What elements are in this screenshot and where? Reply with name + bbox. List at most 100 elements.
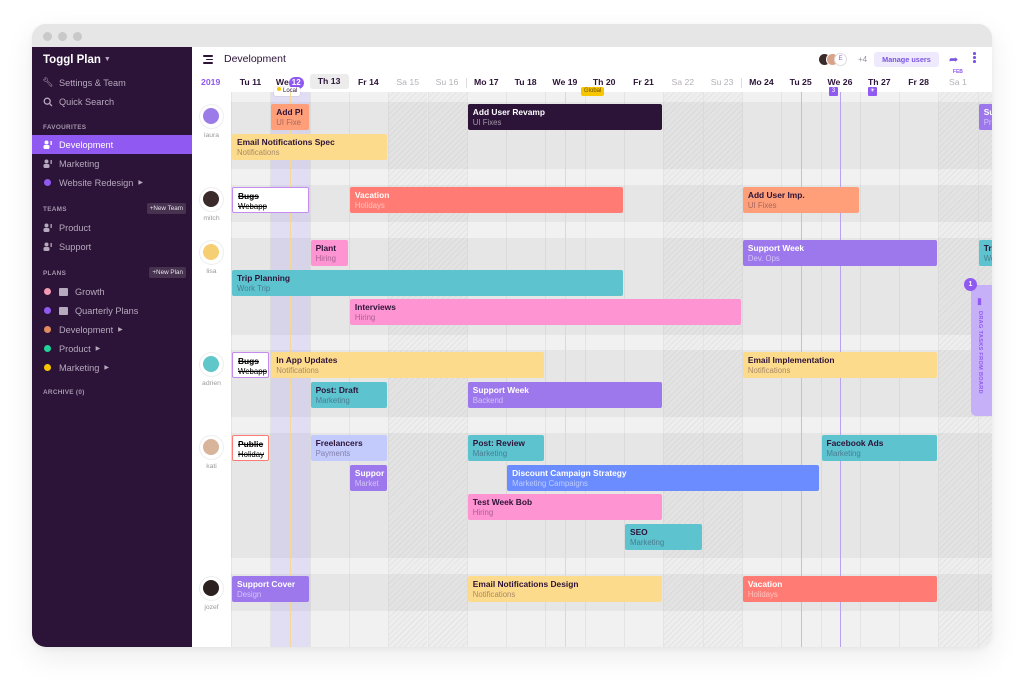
task-title: Public: [238, 439, 264, 449]
workspace-switcher[interactable]: Toggl Plan ▼: [43, 54, 111, 66]
sidebar-item-development[interactable]: Development: [32, 135, 192, 154]
person-laura[interactable]: laura: [192, 104, 231, 139]
task-title: Post: Review: [472, 438, 525, 448]
new-team-button[interactable]: +New Team: [146, 203, 186, 214]
manage-users-button[interactable]: Manage users: [874, 52, 939, 67]
task-bar[interactable]: Test Week Bob Hiring: [467, 494, 663, 520]
task-bar[interactable]: Email Notifications Design Notifications: [467, 576, 663, 602]
task-bar[interactable]: Discount Campaign Strategy Marketing Camp…: [507, 464, 820, 491]
task-title: Add User Imp.: [747, 190, 805, 200]
sidebar-item-website-redesign[interactable]: Website Redesign ▶: [32, 173, 192, 192]
date-label[interactable]: Sa 22: [663, 77, 702, 87]
sidebar-item-label: Quick Search: [59, 96, 115, 107]
task-bar[interactable]: Add PI UI Fixe: [271, 104, 309, 130]
task-bar[interactable]: Add User Revamp UI Fixes: [467, 104, 663, 130]
task-bar[interactable]: Post: Draft Marketing: [310, 381, 388, 408]
date-label[interactable]: Fr 28: [899, 77, 938, 87]
task-bar[interactable]: Email Implementation Notifications: [742, 352, 938, 378]
window-close-button[interactable]: [43, 32, 52, 41]
archive-link[interactable]: ARCHIVE (0): [43, 389, 85, 396]
task-bar[interactable]: SupPro: [978, 104, 992, 130]
sidebar-item-support-team[interactable]: Support: [32, 237, 192, 256]
person-jozef[interactable]: jozef: [192, 576, 231, 611]
date-label[interactable]: Fr 21: [624, 77, 663, 87]
window-maximize-button[interactable]: [73, 32, 82, 41]
task-bar[interactable]: In App Updates Notifications: [271, 352, 545, 378]
date-label[interactable]: Th 13: [309, 74, 349, 89]
task-bar[interactable]: Add User Imp. UI Fixes: [742, 187, 859, 213]
board-icon: ▮: [977, 296, 982, 306]
sidebar-item-development-plan[interactable]: Development ▶: [32, 320, 192, 339]
date-label[interactable]: Mo 24: [742, 77, 781, 87]
date-label[interactable]: Th 27: [860, 77, 899, 87]
date-label[interactable]: We 19: [545, 77, 584, 87]
drag-tasks-panel[interactable]: ▮ DRAG TASKS FROM BOARD: [971, 285, 992, 416]
task-bar[interactable]: Email Notifications Spec Notifications: [232, 133, 388, 160]
new-plan-button[interactable]: +New Plan: [149, 267, 186, 278]
date-label[interactable]: Tu 11: [231, 77, 270, 87]
task-bar[interactable]: Support Cover Design: [232, 576, 309, 602]
sidebar-item-product-plan[interactable]: Product ▶: [32, 339, 192, 358]
global-flag[interactable]: Global: [581, 87, 605, 96]
task-title: Email Notifications Design: [472, 579, 579, 589]
task-bar[interactable]: Post: Review Marketing: [467, 435, 545, 461]
sidebar-item-growth[interactable]: Growth: [32, 282, 192, 301]
task-bar[interactable]: Plant Hiring: [310, 240, 348, 266]
chevron-right-icon[interactable]: ▶: [138, 179, 143, 186]
person-lisa[interactable]: lisa: [192, 240, 231, 275]
task-bar[interactable]: Freelancers Payments: [310, 435, 388, 461]
sidebar-item-settings[interactable]: 🔧︎ Settings & Team: [32, 73, 192, 92]
sidebar-item-quarterly-plans[interactable]: Quarterly Plans: [32, 301, 192, 320]
person-mitch[interactable]: mitch: [192, 187, 231, 222]
timeline-grid[interactable]: laura mitch lisa adrien kati jozef Add PI UI Fi…: [192, 92, 992, 647]
milestone-count-badge[interactable]: 3: [829, 87, 838, 96]
date-label[interactable]: Tu 18: [506, 77, 545, 87]
date-label[interactable]: Tu 25: [781, 77, 820, 87]
window-minimize-button[interactable]: [58, 32, 67, 41]
task-bar[interactable]: Interviews Hiring: [349, 299, 741, 325]
task-project: UI Fixes: [747, 201, 777, 210]
task-bar[interactable]: Bugs Webapp: [232, 187, 309, 213]
task-bar[interactable]: Public Holiday: [232, 435, 270, 461]
task-bar[interactable]: Trip Planning Work Trip: [232, 269, 623, 296]
task-bar[interactable]: Support Week Backend: [467, 381, 663, 408]
sidebar-item-quick-search[interactable]: Quick Search: [32, 92, 192, 111]
sidebar-item-label: Development: [59, 139, 114, 150]
week-separator: [465, 78, 467, 88]
date-label[interactable]: Fr 14: [349, 77, 388, 87]
more-options-icon[interactable]: [973, 52, 977, 64]
sidebar-item-label: Marketing: [59, 158, 100, 169]
avatar: [199, 576, 224, 601]
chevron-right-icon[interactable]: ▶: [104, 364, 109, 371]
chevron-right-icon[interactable]: ▶: [118, 326, 123, 333]
task-bar[interactable]: Support Week Dev. Ops: [742, 240, 938, 266]
share-icon[interactable]: ➦: [949, 53, 958, 66]
chevron-right-icon[interactable]: ▶: [96, 345, 101, 352]
menu-icon[interactable]: [203, 55, 213, 66]
date-label[interactable]: Su 23: [703, 77, 742, 87]
task-bar[interactable]: Suppor Market: [349, 464, 388, 491]
task-bar[interactable]: Vacation Holidays: [742, 576, 938, 602]
date-label[interactable]: We 26: [821, 77, 860, 87]
task-bar[interactable]: SEO Marketing: [625, 523, 702, 550]
date-label[interactable]: Th 20: [585, 77, 624, 87]
task-bar[interactable]: TripWor: [978, 240, 992, 266]
task-project: Work Trip: [237, 283, 271, 293]
date-label[interactable]: Sa 15: [388, 77, 427, 87]
task-bar[interactable]: Vacation Holidays: [349, 187, 623, 213]
task-title: Facebook Ads: [826, 438, 884, 448]
person-adrien[interactable]: adrien: [192, 352, 231, 387]
date-label[interactable]: S: [978, 77, 992, 87]
sidebar-item-product-team[interactable]: Product: [32, 218, 192, 237]
sidebar-item-marketing-plan[interactable]: Marketing ▶: [32, 358, 192, 377]
date-label[interactable]: Sa 1: [938, 77, 977, 87]
person-kati[interactable]: kati: [192, 435, 231, 470]
local-flag[interactable]: Local: [274, 87, 301, 96]
sidebar-item-marketing[interactable]: Marketing: [32, 154, 192, 173]
date-label[interactable]: Su 16: [428, 77, 467, 87]
plan-color-dot: [44, 364, 51, 371]
task-bar[interactable]: Facebook Ads Marketing: [821, 435, 938, 461]
sun-icon[interactable]: ☀: [868, 87, 877, 96]
date-label[interactable]: Mo 17: [467, 77, 506, 87]
task-bar[interactable]: Bugs Webapp: [232, 352, 270, 378]
